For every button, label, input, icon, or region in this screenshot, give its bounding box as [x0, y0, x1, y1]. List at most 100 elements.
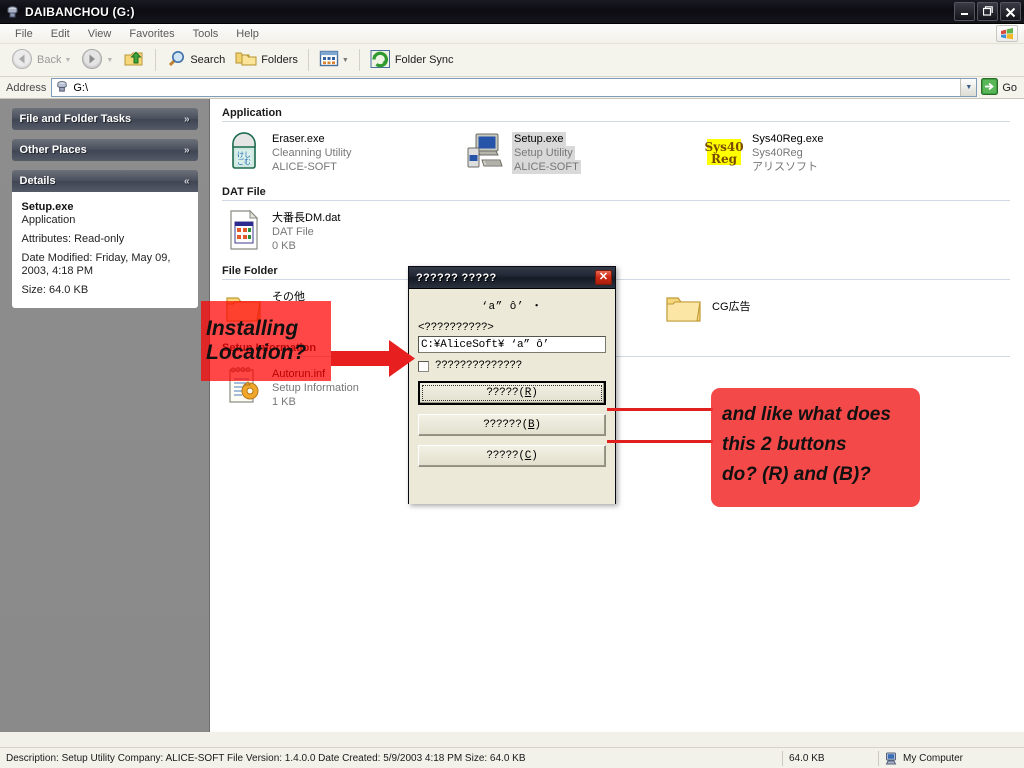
- dialog-button-b[interactable]: ??????(B): [418, 414, 606, 436]
- folders-label: Folders: [261, 54, 298, 66]
- dialog-button-c-text: ?????(: [486, 450, 525, 462]
- views-button[interactable]: ▼: [314, 47, 354, 73]
- back-button[interactable]: Back ▼: [6, 47, 76, 73]
- panel-header-other-places[interactable]: Other Places »: [11, 139, 198, 161]
- search-button[interactable]: Search: [161, 47, 230, 73]
- window-controls: [952, 0, 1024, 23]
- menu-view[interactable]: View: [79, 26, 121, 42]
- details-file-name: Setup.exe: [21, 201, 74, 213]
- status-bar: Description: Setup Utility Company: ALIC…: [0, 747, 1024, 768]
- annotation-installing-location: Installing Location?: [201, 301, 331, 381]
- file-item-daibanchou-dm-dat[interactable]: 大番長DM.dat DAT File 0 KB: [220, 209, 460, 253]
- svg-text:ごむ: ごむ: [237, 157, 251, 166]
- file-item-folder-cg[interactable]: CG広告: [660, 288, 900, 330]
- panel-header-file-and-folder-tasks[interactable]: File and Folder Tasks »: [11, 108, 198, 130]
- file-name: Setup.exe: [512, 132, 566, 146]
- up-button[interactable]: [118, 47, 150, 73]
- group-items: けし ごむ Eraser.exe Cleanning Utility ALICE…: [220, 122, 1024, 180]
- minimize-button[interactable]: [954, 2, 975, 21]
- panel-details: Details « Setup.exe Application Attribut…: [11, 170, 198, 308]
- dialog-button-c[interactable]: ?????(C): [418, 445, 606, 467]
- group-items: その他 CG広告: [220, 280, 1024, 336]
- chevron-up-icon[interactable]: «: [184, 176, 190, 187]
- views-icon: [319, 50, 339, 71]
- annotation-buttons-question: and like what does this 2 buttons do? (R…: [711, 388, 920, 507]
- status-location: My Computer: [903, 752, 964, 764]
- forward-arrow-icon: [81, 48, 103, 73]
- dialog-checkbox-row[interactable]: ??????????????: [418, 360, 606, 372]
- back-arrow-icon: [11, 48, 33, 73]
- back-dropdown-icon[interactable]: ▼: [64, 57, 71, 64]
- dialog-checkbox-label: ??????????????: [435, 360, 522, 372]
- chevron-down-icon[interactable]: ▼: [960, 79, 977, 96]
- panel-header-details[interactable]: Details «: [11, 170, 198, 192]
- windows-flag-icon: [996, 25, 1018, 42]
- toolbar: Back ▼ ▼ Search Folders ▼ Folder Sync: [0, 44, 1024, 77]
- menu-bar: File Edit View Favorites Tools Help: [0, 24, 1024, 44]
- forward-button[interactable]: ▼: [76, 47, 118, 73]
- address-input[interactable]: G:\ ▼: [51, 78, 978, 97]
- menu-tools[interactable]: Tools: [184, 26, 228, 42]
- address-label: Address: [6, 81, 47, 94]
- group-application: Application けし ごむ Eraser.exe Cleanning U…: [220, 107, 1024, 180]
- file-item-meta: 大番長DM.dat DAT File 0 KB: [272, 209, 340, 253]
- toolbar-separator: [155, 49, 157, 71]
- file-sub1: Setup Utility: [512, 146, 575, 160]
- chevron-down-icon[interactable]: »: [184, 145, 190, 156]
- go-button[interactable]: Go: [977, 77, 1022, 98]
- drive-icon: [5, 4, 20, 19]
- status-location-cell: My Computer: [879, 748, 1024, 768]
- details-body: Setup.exe Application Attributes: Read-o…: [11, 192, 198, 308]
- dialog-button-b-tail: ): [534, 419, 541, 431]
- panel-file-and-folder-tasks: File and Folder Tasks »: [11, 108, 198, 130]
- file-item-setup-exe[interactable]: Setup.exe Setup Utility ALICE-SOFT: [460, 130, 700, 174]
- annotation-connector-b: [607, 440, 713, 443]
- dialog-button-r[interactable]: ?????(R): [418, 381, 606, 405]
- annotation-arrow-left: [331, 340, 415, 381]
- menu-edit[interactable]: Edit: [42, 26, 79, 42]
- close-button[interactable]: [1000, 2, 1021, 21]
- annotation-right-line3: do? (R) and (B)?: [722, 464, 871, 485]
- menu-file[interactable]: File: [6, 26, 42, 42]
- menu-favorites[interactable]: Favorites: [120, 26, 183, 42]
- folder-sync-label: Folder Sync: [394, 54, 454, 66]
- group-dat-file: DAT File 大番長DM.dat DAT File 0 KB: [220, 186, 1024, 259]
- chevron-down-icon[interactable]: »: [184, 114, 190, 125]
- details-date-modified-2: 2003, 4:18 PM: [21, 265, 94, 277]
- file-name: Sys40Reg.exe: [752, 133, 824, 145]
- magnifier-icon: [166, 49, 186, 72]
- panel-title: Other Places: [19, 144, 87, 156]
- dialog-close-button[interactable]: ✕: [595, 270, 612, 285]
- file-item-sys40reg-exe[interactable]: Sys40 Reg Sys40Reg.exe Sys40Reg アリスソフト: [700, 130, 940, 174]
- views-dropdown-icon[interactable]: ▼: [342, 57, 349, 64]
- file-sub2: 1 KB: [272, 396, 296, 408]
- annotation-right-line1: and like what does: [722, 404, 891, 425]
- window-title: DAIBANCHOU (G:): [25, 4, 135, 19]
- eraser-app-icon: けし ごむ: [224, 130, 264, 172]
- folders-button[interactable]: Folders: [230, 47, 303, 73]
- group-items: 大番長DM.dat DAT File 0 KB: [220, 201, 1024, 259]
- details-attributes: Attributes: Read-only: [21, 233, 125, 245]
- dialog-path-input[interactable]: C:¥AliceSoft¥ ‘a” ô’: [418, 336, 606, 353]
- dialog-path-label: <??????????>: [418, 322, 494, 334]
- file-sub2: ALICE-SOFT: [272, 161, 337, 173]
- menu-help[interactable]: Help: [227, 26, 268, 42]
- group-heading: Application: [222, 107, 282, 119]
- dat-file-icon: [224, 209, 264, 251]
- maximize-button[interactable]: [977, 2, 998, 21]
- go-label: Go: [1002, 81, 1017, 94]
- dialog-button-r-text: ?????(: [486, 387, 525, 399]
- folder-sync-button[interactable]: Folder Sync: [365, 47, 459, 73]
- forward-dropdown-icon[interactable]: ▼: [106, 57, 113, 64]
- drive-icon: [55, 79, 69, 96]
- details-date-modified: Date Modified: Friday, May 09,: [21, 252, 171, 264]
- go-arrow-icon: [981, 77, 999, 98]
- dialog-button-c-tail: ): [531, 450, 538, 462]
- dialog-checkbox[interactable]: [418, 360, 429, 372]
- group-heading: DAT File: [222, 186, 266, 198]
- address-bar: Address G:\ ▼ Go: [0, 77, 1024, 99]
- status-description: Description: Setup Utility Company: ALIC…: [6, 752, 526, 764]
- file-item-meta: Setup.exe Setup Utility ALICE-SOFT: [512, 130, 581, 174]
- file-sub1: Setup Information: [272, 382, 359, 394]
- file-item-eraser-exe[interactable]: けし ごむ Eraser.exe Cleanning Utility ALICE…: [220, 130, 460, 174]
